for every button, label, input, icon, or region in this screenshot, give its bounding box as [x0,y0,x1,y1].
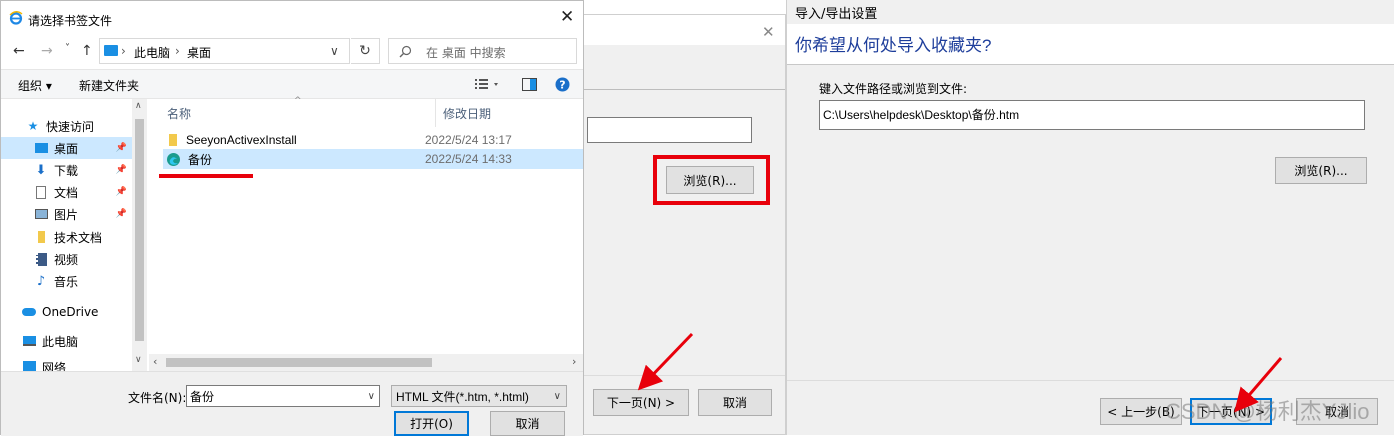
red-arrow-to-next [637,332,694,391]
red-arrow-to-wizard-next [1234,357,1283,413]
red-arrow-annotations [637,332,1283,413]
